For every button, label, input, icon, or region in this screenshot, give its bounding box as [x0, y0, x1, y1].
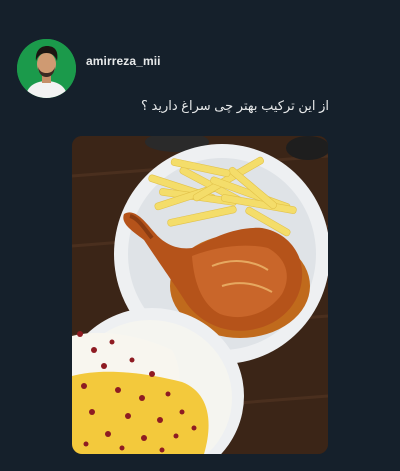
tweet-image[interactable]: [72, 136, 328, 454]
avatar[interactable]: [17, 39, 76, 98]
food-photo-icon: [72, 136, 328, 454]
username[interactable]: amirreza_mii: [86, 54, 161, 68]
user-portrait-icon: [17, 39, 76, 98]
tweet-text: از این ترکیب بهتر چی سراغ دارید ؟: [141, 98, 329, 113]
tweet-card: amirreza_mii از این ترکیب بهتر چی سراغ د…: [0, 0, 400, 471]
